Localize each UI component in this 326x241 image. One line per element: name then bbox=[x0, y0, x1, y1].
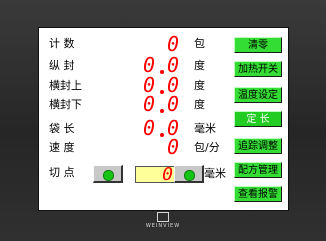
bag-length-int: 0 bbox=[143, 116, 156, 140]
horizontal-seal-bottom-label: 横封下 bbox=[49, 98, 82, 111]
brand-icon bbox=[157, 212, 169, 222]
cut-point-increase-button[interactable] bbox=[174, 165, 204, 183]
temperature-settings-button[interactable]: 温度设定 bbox=[234, 87, 282, 103]
hmi-screen: 计 数 纵 封 横封上 横封下 袋 长 速 度 切 点 0 0 0 0 0 0 … bbox=[38, 27, 289, 211]
cut-point-decrease-button[interactable] bbox=[93, 165, 123, 183]
green-indicator-icon bbox=[184, 170, 195, 181]
tracking-adjust-button[interactable]: 追踪调整 bbox=[234, 138, 282, 154]
cut-point-value: 0 bbox=[162, 164, 173, 185]
count-unit: 包 bbox=[194, 37, 205, 50]
vertical-seal-unit: 度 bbox=[194, 59, 205, 72]
speed-value: 0 bbox=[167, 135, 180, 159]
brand-name: WEINVIEW bbox=[145, 223, 181, 229]
vertical-seal-frac: 0 bbox=[167, 53, 180, 77]
vertical-seal-label: 纵 封 bbox=[49, 59, 75, 72]
horizontal-seal-top-label: 横封上 bbox=[49, 79, 82, 92]
speed-label: 速 度 bbox=[49, 141, 75, 154]
bag-length-dot bbox=[160, 133, 164, 137]
cut-point-input[interactable]: 0 bbox=[135, 164, 179, 185]
count-value: 0 bbox=[167, 32, 180, 56]
cut-point-unit: 毫米 bbox=[204, 167, 226, 180]
fixed-length-button[interactable]: 定 长 bbox=[234, 111, 282, 127]
cut-point-label: 切 点 bbox=[49, 166, 75, 179]
horizontal-seal-bottom-frac: 0 bbox=[167, 92, 180, 116]
vertical-seal-int: 0 bbox=[143, 53, 156, 77]
reset-button[interactable]: 清零 bbox=[234, 37, 282, 53]
view-alarms-button[interactable]: 查看报警 bbox=[234, 186, 282, 202]
count-label: 计 数 bbox=[49, 37, 75, 50]
heating-toggle-button[interactable]: 加热开关 bbox=[234, 61, 282, 77]
horizontal-seal-bottom-unit: 度 bbox=[194, 98, 205, 111]
bag-length-label: 袋 长 bbox=[49, 122, 75, 135]
bag-length-unit: 毫米 bbox=[194, 122, 216, 135]
speed-unit: 包/分 bbox=[194, 141, 220, 154]
vertical-seal-dot bbox=[160, 70, 164, 74]
green-indicator-icon bbox=[103, 170, 114, 181]
horizontal-seal-bottom-int: 0 bbox=[143, 92, 156, 116]
horizontal-seal-top-dot bbox=[160, 90, 164, 94]
horizontal-seal-top-unit: 度 bbox=[194, 79, 205, 92]
brand-logo: WEINVIEW bbox=[142, 212, 184, 236]
horizontal-seal-bottom-dot bbox=[160, 109, 164, 113]
recipe-management-button[interactable]: 配方管理 bbox=[234, 162, 282, 178]
